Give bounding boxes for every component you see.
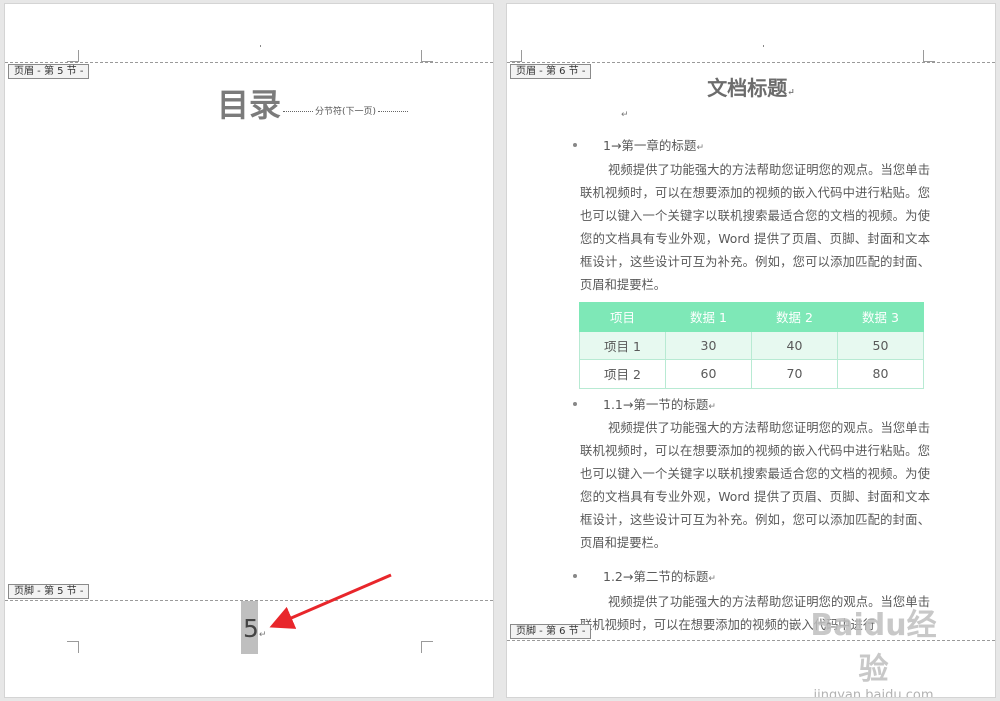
red-arrow-annotation bbox=[269, 573, 392, 629]
